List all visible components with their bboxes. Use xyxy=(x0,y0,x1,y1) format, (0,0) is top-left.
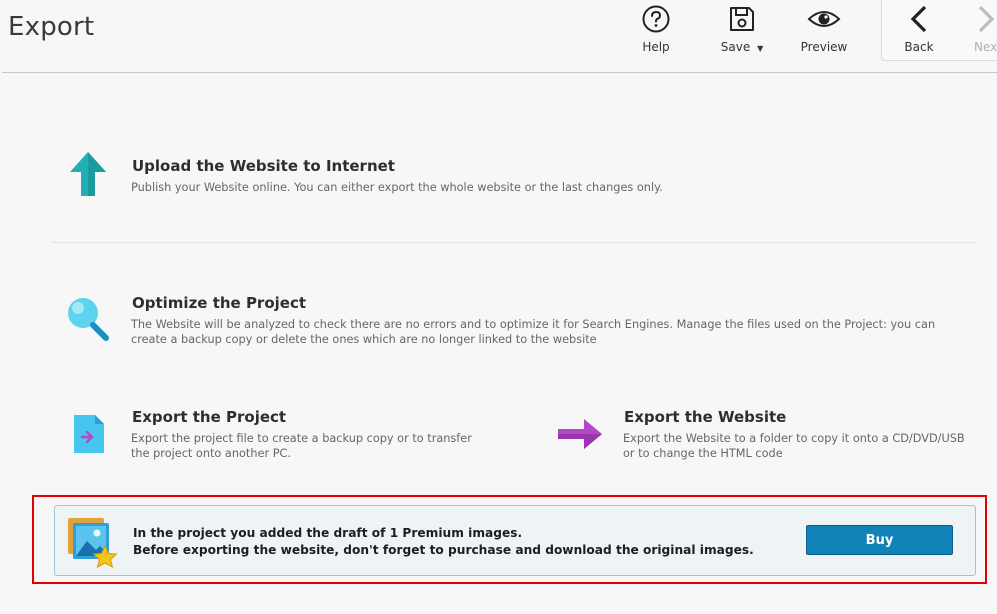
back-label: Back xyxy=(904,40,934,54)
page-title: Export xyxy=(8,12,95,42)
chevron-left-icon xyxy=(910,5,927,33)
toolbar-header: Export Help Save ▼ Preview Back Nex xyxy=(0,0,997,72)
help-label: Help xyxy=(642,40,670,54)
header-divider xyxy=(2,72,997,73)
floppy-disk-icon xyxy=(730,7,754,31)
export-website-option[interactable]: Export the Website Export the Website to… xyxy=(540,395,976,475)
optimize-title: Optimize the Project xyxy=(132,294,307,312)
help-icon xyxy=(642,5,670,33)
export-project-description: Export the project file to create a back… xyxy=(131,432,472,460)
save-label: Save xyxy=(720,40,751,54)
chevron-right-icon xyxy=(978,5,995,33)
notice-line-1: In the project you added the draft of 1 … xyxy=(133,526,523,540)
upload-arrow-icon xyxy=(70,152,106,196)
export-website-title: Export the Website xyxy=(624,408,787,426)
next-label: Nex xyxy=(974,40,997,54)
export-project-title: Export the Project xyxy=(132,408,287,426)
upload-website-option[interactable]: Upload the Website to Internet Publish y… xyxy=(52,135,976,230)
optimize-project-option[interactable]: Optimize the Project The Website will be… xyxy=(52,280,976,360)
premium-images-notice: In the project you added the draft of 1 … xyxy=(54,505,976,576)
section-divider xyxy=(52,242,976,243)
notice-line-2: Before exporting the website, don't forg… xyxy=(133,543,754,557)
buy-button[interactable]: Buy xyxy=(806,525,953,555)
optimize-description: The Website will be analyzed to check th… xyxy=(131,318,936,346)
preview-button[interactable]: Preview xyxy=(800,4,848,58)
help-button[interactable]: Help xyxy=(636,4,676,58)
export-project-option[interactable]: Export the Project Export the project fi… xyxy=(52,395,492,475)
magnifier-icon xyxy=(68,298,109,341)
next-button[interactable]: Nex xyxy=(974,4,997,58)
save-button[interactable]: Save ▼ xyxy=(718,4,766,58)
export-arrow-icon xyxy=(558,419,602,449)
project-file-icon xyxy=(74,415,104,453)
upload-description: Publish your Website online. You can eit… xyxy=(131,181,663,194)
premium-image-icon xyxy=(68,518,118,568)
export-website-description: Export the Website to a folder to copy i… xyxy=(623,432,965,460)
back-button[interactable]: Back xyxy=(900,4,938,58)
eye-icon xyxy=(807,11,841,27)
caret-down-icon: ▼ xyxy=(757,44,764,53)
upload-title: Upload the Website to Internet xyxy=(132,157,395,175)
preview-label: Preview xyxy=(800,40,848,54)
